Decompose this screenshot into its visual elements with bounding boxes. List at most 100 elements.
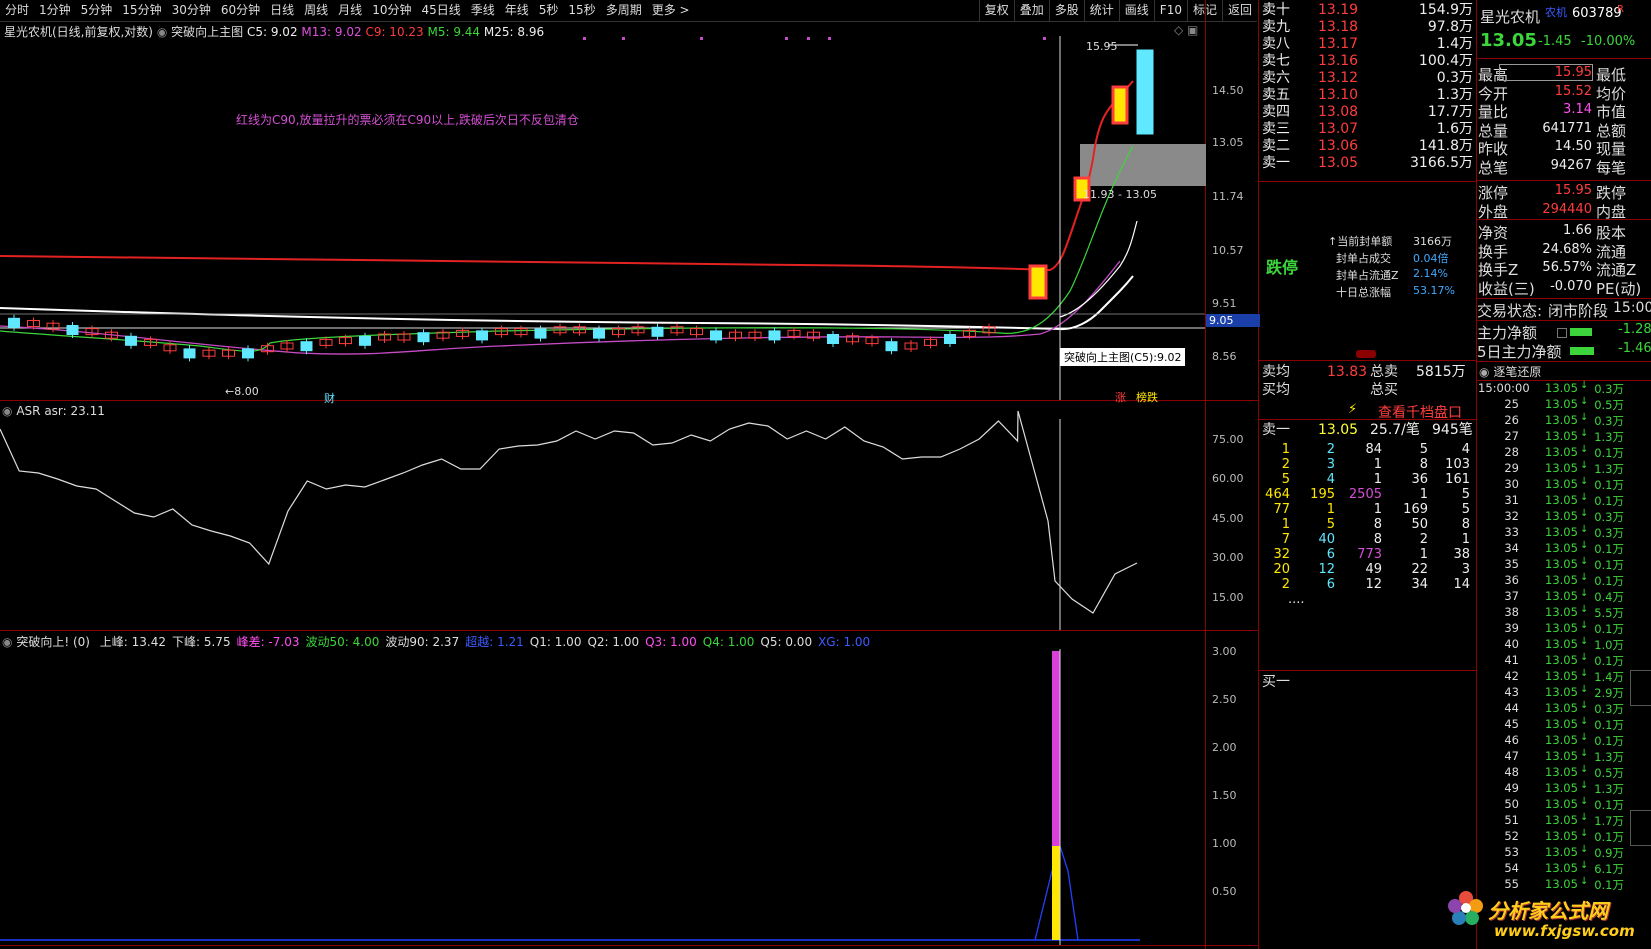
tick-price: 13.05 xyxy=(1545,509,1578,523)
chart-tools: 复权叠加多股统计画线F10标记返回 xyxy=(978,0,1257,21)
signal-dot xyxy=(583,37,586,40)
quote-label-right: PE(动) xyxy=(1596,279,1642,298)
main5-net-label[interactable]: 5日主力净额 xyxy=(1477,341,1562,362)
period-tab[interactable]: 多周期 xyxy=(601,0,647,21)
period-tab[interactable]: 15分钟 xyxy=(117,0,166,21)
period-tab[interactable]: 周线 xyxy=(299,0,333,21)
period-tab[interactable]: 年线 xyxy=(500,0,534,21)
price-change: -1.45 xyxy=(1538,34,1572,49)
lightning-icon: ⚡ xyxy=(1348,402,1358,417)
sell-level-volume: 0.3万 xyxy=(1436,70,1473,86)
main-net-info-icon[interactable] xyxy=(1557,328,1567,338)
depth-cell: 84 xyxy=(1365,442,1382,457)
tick-price: 13.05 xyxy=(1545,557,1578,571)
seal-label: 封单占流通Z xyxy=(1336,269,1399,282)
chart-tool-button[interactable]: F10 xyxy=(1153,0,1187,21)
period-tab[interactable]: 分时 xyxy=(0,0,34,21)
sell-level-volume: 100.4万 xyxy=(1418,53,1473,69)
sell1-count: 945笔 xyxy=(1432,422,1473,438)
tick-price: 13.05 xyxy=(1545,397,1578,411)
sell-level-label: 卖五 xyxy=(1262,87,1290,103)
period-tab[interactable]: 1分钟 xyxy=(34,0,76,21)
chart-tool-button[interactable]: 统计 xyxy=(1083,0,1119,21)
main-net-label[interactable]: 主力净额 xyxy=(1477,322,1537,343)
sell-level-volume: 1.3万 xyxy=(1436,87,1473,103)
ma-white-line xyxy=(0,275,1134,331)
tick-time: 51 xyxy=(1504,813,1519,827)
depth-cell: 1 xyxy=(1419,487,1428,502)
depth-cell: 14 xyxy=(1453,577,1470,592)
tick-time: 50 xyxy=(1504,797,1519,811)
tick-collapse-icon[interactable]: ◉ xyxy=(1479,365,1489,379)
tick-volume: 0.3万 xyxy=(1594,414,1624,428)
tick-price: 13.05 xyxy=(1545,701,1578,715)
chart-tool-button[interactable]: 画线 xyxy=(1118,0,1154,21)
depth-cell: 8 xyxy=(1373,532,1382,547)
stock-name: 星光农机 xyxy=(1480,8,1541,26)
asr-line xyxy=(0,410,1138,614)
info-arrow-icon: ↑ xyxy=(1328,235,1338,248)
quote-value: -0.070 xyxy=(1550,278,1592,294)
tick-volume: 0.3万 xyxy=(1594,510,1624,524)
sell-level-price: 13.06 xyxy=(1318,138,1359,154)
tick-time: 53 xyxy=(1504,845,1519,859)
depth-cell: 1 xyxy=(1419,547,1428,562)
total-buy-label: 总买 xyxy=(1370,382,1398,398)
tick-time: 27 xyxy=(1504,429,1519,443)
chart-tool-button[interactable]: 叠加 xyxy=(1013,0,1049,21)
sell-level-price: 13.18 xyxy=(1318,19,1359,35)
tick-price: 13.05 xyxy=(1545,477,1578,491)
sub-chart-svg[interactable] xyxy=(0,631,1206,945)
tick-title[interactable]: ◉ 逐笔还原 xyxy=(1479,363,1541,380)
depth-cell: 7 xyxy=(1281,532,1290,547)
chart-tool-button[interactable]: 多股 xyxy=(1048,0,1084,21)
tick-time: 44 xyxy=(1504,701,1519,715)
seal-label: 封单占成交 xyxy=(1336,252,1391,265)
tick-volume: 0.1万 xyxy=(1594,446,1624,460)
scroll-box[interactable] xyxy=(1630,670,1651,706)
period-tab[interactable]: 日线 xyxy=(265,0,299,21)
period-tab[interactable]: 45日线 xyxy=(416,0,465,21)
main-net-bar xyxy=(1570,328,1592,336)
period-tab[interactable]: 5秒 xyxy=(534,0,564,21)
sell-level-volume: 3166.5万 xyxy=(1410,155,1473,171)
period-tab[interactable]: 30分钟 xyxy=(167,0,216,21)
depth-cell: 1 xyxy=(1461,532,1470,547)
tick-time: 46 xyxy=(1504,733,1519,747)
sell-level-label: 卖七 xyxy=(1262,53,1290,69)
limit-candle xyxy=(1136,49,1154,135)
depth-cell: 1 xyxy=(1373,472,1382,487)
collapse-handle[interactable] xyxy=(1356,350,1376,358)
tick-price: 13.05 xyxy=(1545,541,1578,555)
period-tab[interactable]: 更多 > xyxy=(647,0,695,21)
r-badge: R xyxy=(1617,4,1624,15)
asr-chart-svg[interactable] xyxy=(0,401,1206,630)
period-tab[interactable]: 60分钟 xyxy=(216,0,265,21)
tick-time: 25 xyxy=(1504,397,1519,411)
chart-tool-button[interactable]: 返回 xyxy=(1221,0,1257,21)
tick-price: 13.05 xyxy=(1545,781,1578,795)
depth-cell: 36 xyxy=(1411,472,1428,487)
period-tab[interactable]: 5分钟 xyxy=(76,0,118,21)
main-chart-svg[interactable] xyxy=(0,21,1258,400)
sell-level-label: 卖四 xyxy=(1262,104,1290,120)
tick-volume: 0.1万 xyxy=(1594,622,1624,636)
seal-value: 53.17% xyxy=(1413,284,1455,297)
tick-time: 41 xyxy=(1504,653,1519,667)
depth-cell: 34 xyxy=(1411,577,1428,592)
watermark-title: 分析家公式网 xyxy=(1488,899,1608,923)
depth-cell: 103 xyxy=(1445,457,1470,472)
scroll-box-2[interactable] xyxy=(1630,810,1651,846)
tick-time: 35 xyxy=(1504,557,1519,571)
period-tab[interactable]: 季线 xyxy=(466,0,500,21)
sector-tag[interactable]: 农机 xyxy=(1545,4,1567,20)
sell-level-label: 卖八 xyxy=(1262,36,1290,52)
period-tab[interactable]: 15秒 xyxy=(563,0,600,21)
tick-volume: 0.1万 xyxy=(1594,830,1624,844)
period-tab[interactable]: 10分钟 xyxy=(367,0,416,21)
period-tab[interactable]: 月线 xyxy=(333,0,367,21)
signal-dot xyxy=(1043,37,1046,40)
chart-tool-button[interactable]: 复权 xyxy=(978,0,1014,21)
depth-cell: 195 xyxy=(1310,487,1335,502)
quote-divider4 xyxy=(1476,361,1651,362)
